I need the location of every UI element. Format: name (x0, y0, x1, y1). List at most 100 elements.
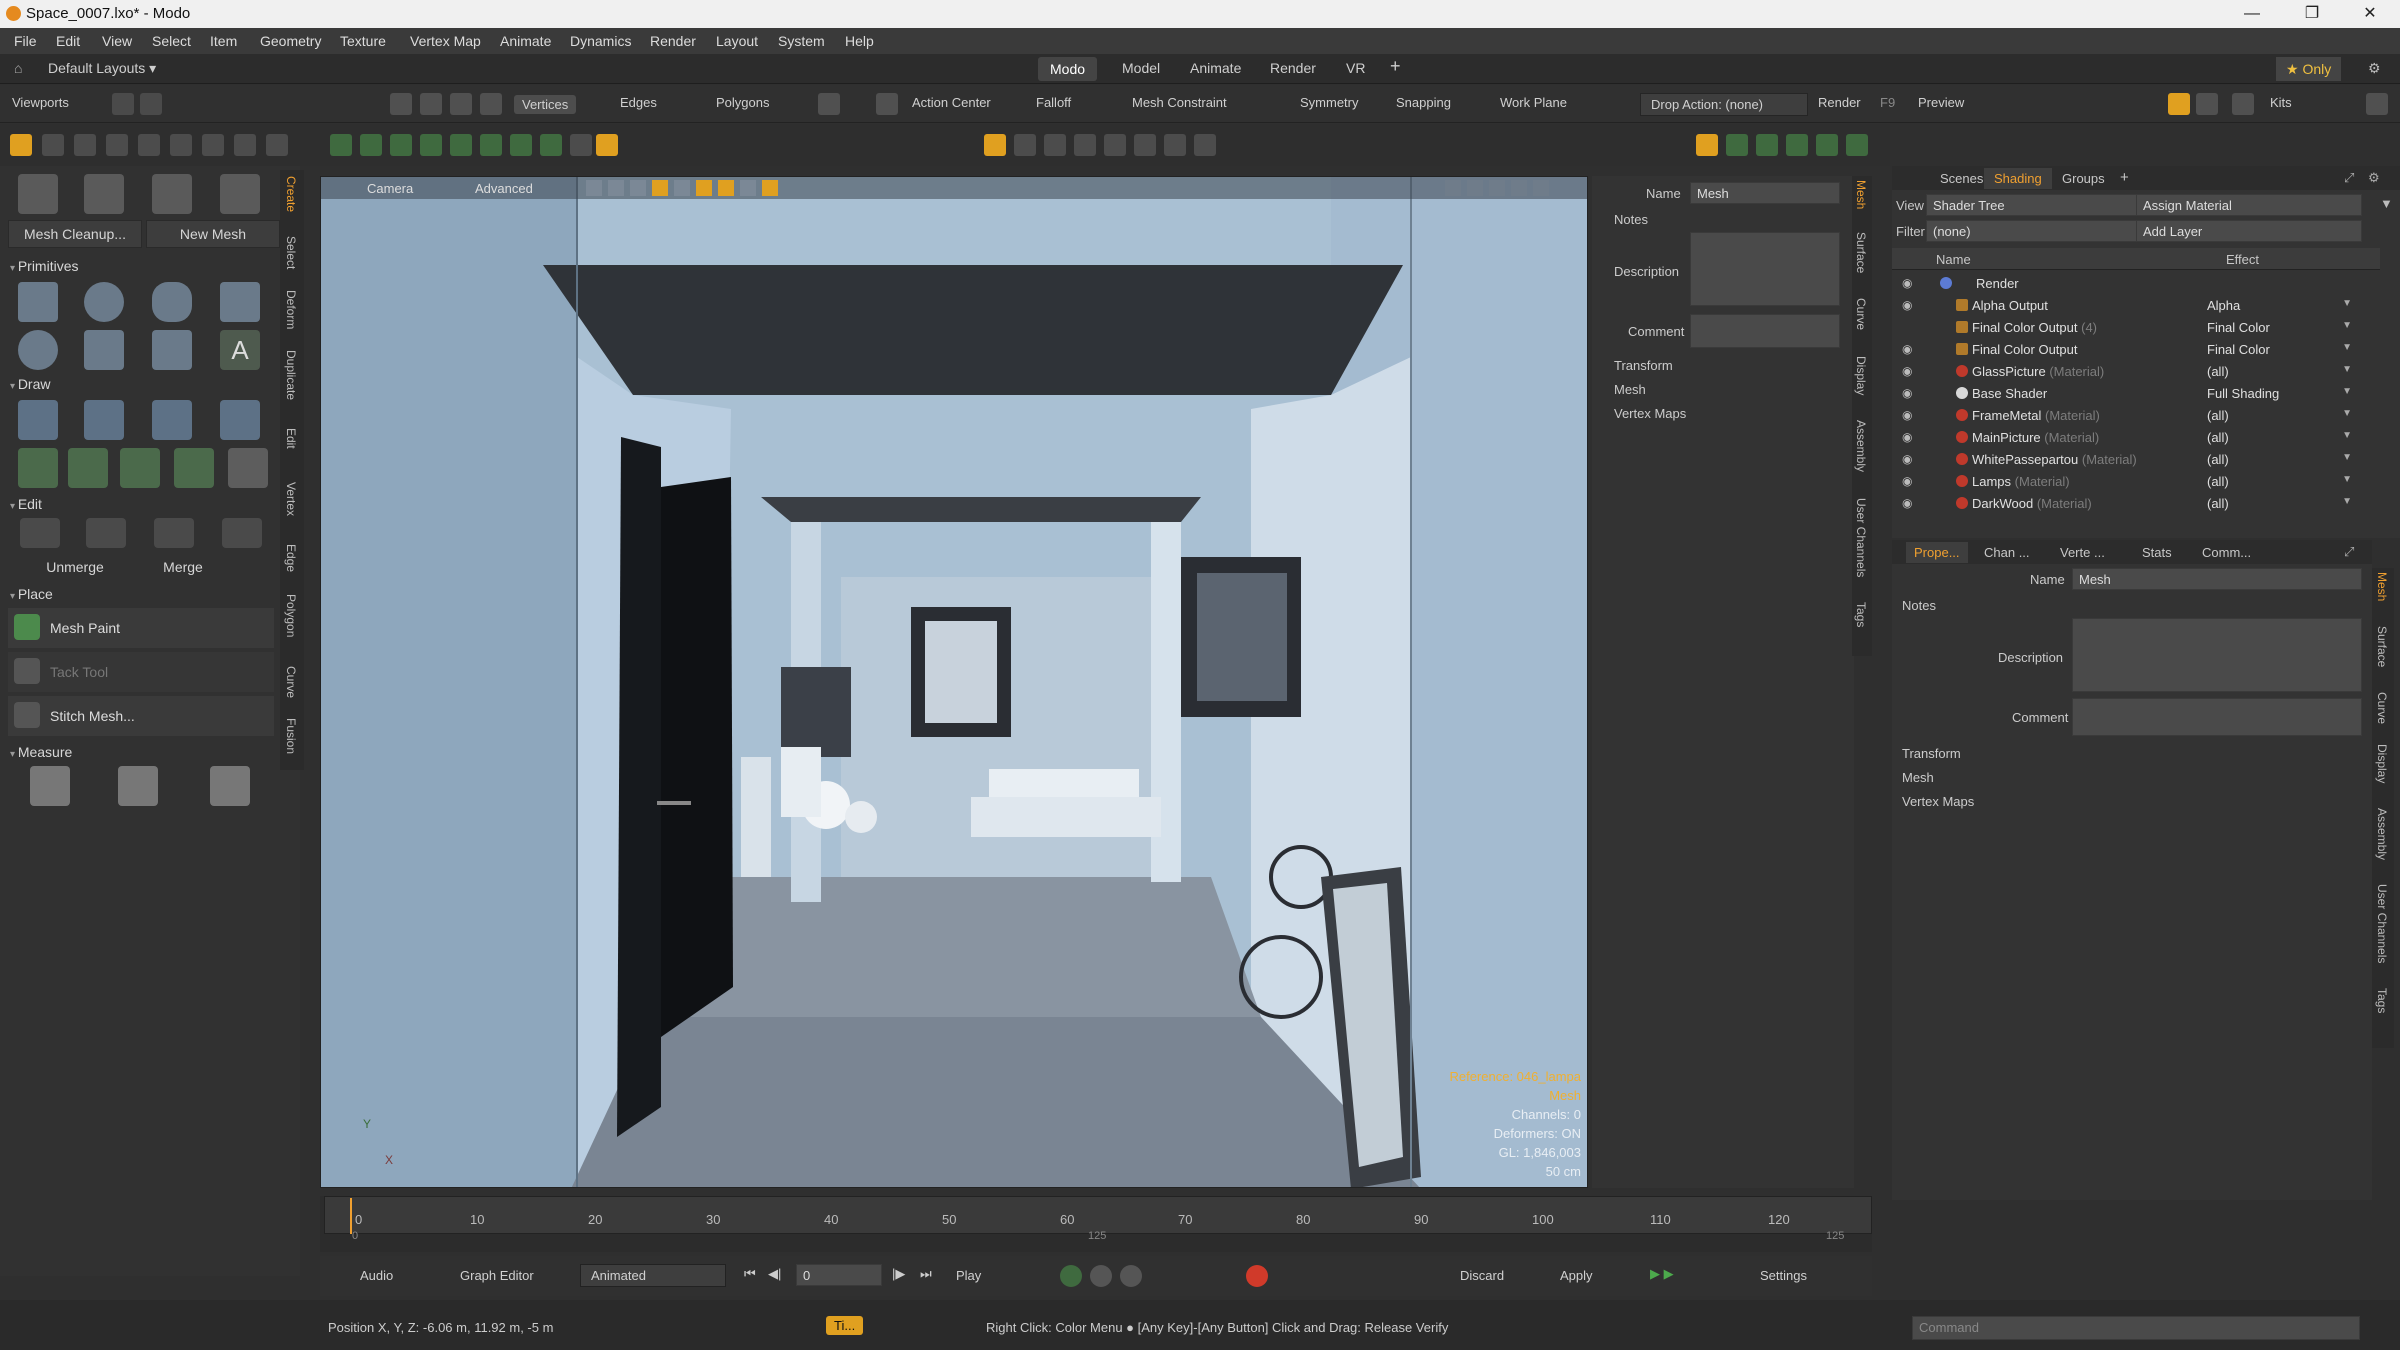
record-icon[interactable] (1246, 1265, 1268, 1287)
visibility-eye-icon[interactable]: ◉ (1902, 298, 1916, 312)
prev-key-icon[interactable]: ◀| (768, 1266, 781, 1282)
last-frame-icon[interactable]: ⏭ (920, 1266, 932, 1282)
panel-gear-icon[interactable]: ⚙ (2368, 170, 2380, 186)
polygons-mode-button[interactable]: Polygons (716, 95, 769, 110)
mid-vtab-user-channels[interactable]: User Channels (1854, 498, 1868, 577)
props-vtab-assembly[interactable]: Assembly (2375, 808, 2389, 860)
effect-dropdown-arrow[interactable]: ▼ (2342, 474, 2352, 485)
graph-editor-button[interactable]: Graph Editor (460, 1268, 534, 1283)
tab-model[interactable]: Model (1122, 60, 1160, 76)
visibility-eye-icon[interactable]: ◉ (1902, 408, 1916, 422)
select-lasso-icon[interactable] (420, 93, 442, 115)
props-notes-section[interactable]: Notes (1902, 598, 1936, 613)
apply-button[interactable]: Apply (1560, 1268, 1593, 1283)
props-vtab-mesh[interactable]: Mesh (2375, 572, 2389, 601)
advanced-shading-icon[interactable] (652, 180, 668, 196)
thicken-icon[interactable] (480, 134, 502, 156)
section-place[interactable]: Place (10, 586, 53, 602)
layout-preset-dropdown[interactable]: Default Layouts ▾ (48, 60, 156, 77)
select-tool-icon[interactable] (10, 134, 32, 156)
tab-shading[interactable]: Shading (1984, 168, 2052, 189)
menu-system[interactable]: System (778, 33, 825, 49)
wireframe-icon[interactable] (586, 180, 602, 196)
add-panel-icon[interactable] (1846, 134, 1868, 156)
playhead[interactable] (350, 1198, 352, 1234)
shader-row-lamps[interactable]: ◉ Lamps (Material) (all) ▼ (1892, 470, 2358, 492)
effect-dropdown-arrow[interactable]: ▼ (2342, 430, 2352, 441)
menu-select[interactable]: Select (152, 33, 191, 49)
move-tool-icon[interactable] (42, 134, 64, 156)
soft-drag-icon[interactable] (152, 174, 192, 214)
panel-toggle-icon[interactable] (2196, 93, 2218, 115)
key-icon[interactable] (1090, 1265, 1112, 1287)
shader-row-final-color-output[interactable]: ◉ Final Color Output Final Color ▼ (1892, 338, 2358, 360)
shader-row-render[interactable]: ◉ Render (1892, 272, 2358, 294)
first-frame-icon[interactable]: ⏮ (744, 1266, 756, 1282)
bridge-icon[interactable] (450, 134, 472, 156)
effect-dropdown-arrow[interactable]: ▼ (2342, 408, 2352, 419)
tab-vertex-maps[interactable]: Verte ... (2060, 545, 2105, 560)
only-toggle[interactable]: ★ Only (2276, 57, 2342, 81)
filter-dropdown[interactable]: (none) (1926, 220, 2138, 242)
tree-icon[interactable] (1756, 134, 1778, 156)
mid-notes-section[interactable]: Notes (1614, 212, 1648, 227)
paste-icon[interactable] (154, 518, 194, 548)
items-mode-icon[interactable] (818, 93, 840, 115)
visibility-eye-icon[interactable]: ◉ (1902, 474, 1916, 488)
section-primitives[interactable]: Primitives (10, 258, 79, 274)
assign-material-dropdown[interactable]: Assign Material (2136, 194, 2362, 216)
effect-dropdown-arrow[interactable]: ▼ (2342, 298, 2352, 309)
advanced-dropdown[interactable]: Advanced (475, 181, 533, 196)
props-name-field[interactable]: Mesh (2072, 568, 2362, 590)
tab-stats[interactable]: Stats (2142, 545, 2172, 560)
visibility-eye-icon[interactable]: ◉ (1902, 452, 1916, 466)
polygon-pen-icon[interactable] (84, 400, 124, 440)
visibility-eye-icon[interactable]: ◉ (1902, 430, 1916, 444)
visibility-eye-icon[interactable]: ◉ (1902, 496, 1916, 510)
mid-vtab-tags[interactable]: Tags (1854, 602, 1868, 627)
minimize-button[interactable]: — (2232, 2, 2272, 26)
effect-dropdown-arrow[interactable]: ▼ (2342, 496, 2352, 507)
tab-render[interactable]: Render (1270, 60, 1316, 76)
mid-vtab-surface[interactable]: Surface (1854, 232, 1868, 273)
filter-funnel-icon[interactable]: ▼ (2380, 196, 2393, 211)
stitch-mesh-tool[interactable]: Stitch Mesh... (8, 696, 274, 736)
effect-dropdown-arrow[interactable]: ▼ (2342, 342, 2352, 353)
zoom-icon[interactable] (2232, 93, 2254, 115)
curve-icon[interactable] (1104, 134, 1126, 156)
key-filter-icon[interactable] (1120, 1265, 1142, 1287)
mid-name-field[interactable]: Mesh (1690, 182, 1840, 204)
props-vertex-maps-section[interactable]: Vertex Maps (1902, 794, 1974, 809)
vtab-edit[interactable]: Edit (284, 428, 298, 449)
menu-render[interactable]: Render (650, 33, 696, 49)
symmetry-button[interactable]: Symmetry (1300, 95, 1359, 110)
expand-panel-icon[interactable]: ⤢ (2344, 170, 2354, 186)
kits-button[interactable]: Kits (2270, 95, 2292, 110)
add-layer-dropdown[interactable]: Add Layer (2136, 220, 2362, 242)
spiral-icon[interactable] (174, 448, 214, 488)
visibility-eye-icon[interactable]: ◉ (1902, 276, 1916, 290)
section-draw[interactable]: Draw (10, 376, 51, 392)
tube-icon[interactable] (152, 330, 192, 370)
bevel-icon[interactable] (330, 134, 352, 156)
mid-vtab-curve[interactable]: Curve (1854, 298, 1868, 330)
pivot-icon[interactable] (234, 134, 256, 156)
shader-row-base-shader[interactable]: ◉ Base Shader Full Shading ▼ (1892, 382, 2358, 404)
props-expand-icon[interactable]: ⤢ (2344, 544, 2354, 560)
vtab-deform[interactable]: Deform (284, 290, 298, 329)
add-tab-button[interactable]: + (1390, 56, 1401, 77)
work-plane-button[interactable]: Work Plane (1500, 95, 1567, 110)
ruler-icon[interactable] (30, 766, 70, 806)
shader-row-darkwood[interactable]: ◉ DarkWood (Material) (all) ▼ (1892, 492, 2358, 514)
image-icon[interactable] (1786, 134, 1808, 156)
props-mesh-section[interactable]: Mesh (1902, 770, 1934, 785)
vtab-select[interactable]: Select (284, 236, 298, 269)
shader-row-alpha-output[interactable]: ◉ Alpha Output Alpha ▼ (1892, 294, 2358, 316)
spline-icon[interactable] (120, 448, 160, 488)
protractor-icon[interactable] (118, 766, 158, 806)
textured-icon[interactable] (630, 180, 646, 196)
cube-icon[interactable] (18, 282, 58, 322)
vtab-duplicate[interactable]: Duplicate (284, 350, 298, 400)
render-button[interactable]: Render (1818, 95, 1861, 110)
menu-edit[interactable]: Edit (56, 33, 80, 49)
